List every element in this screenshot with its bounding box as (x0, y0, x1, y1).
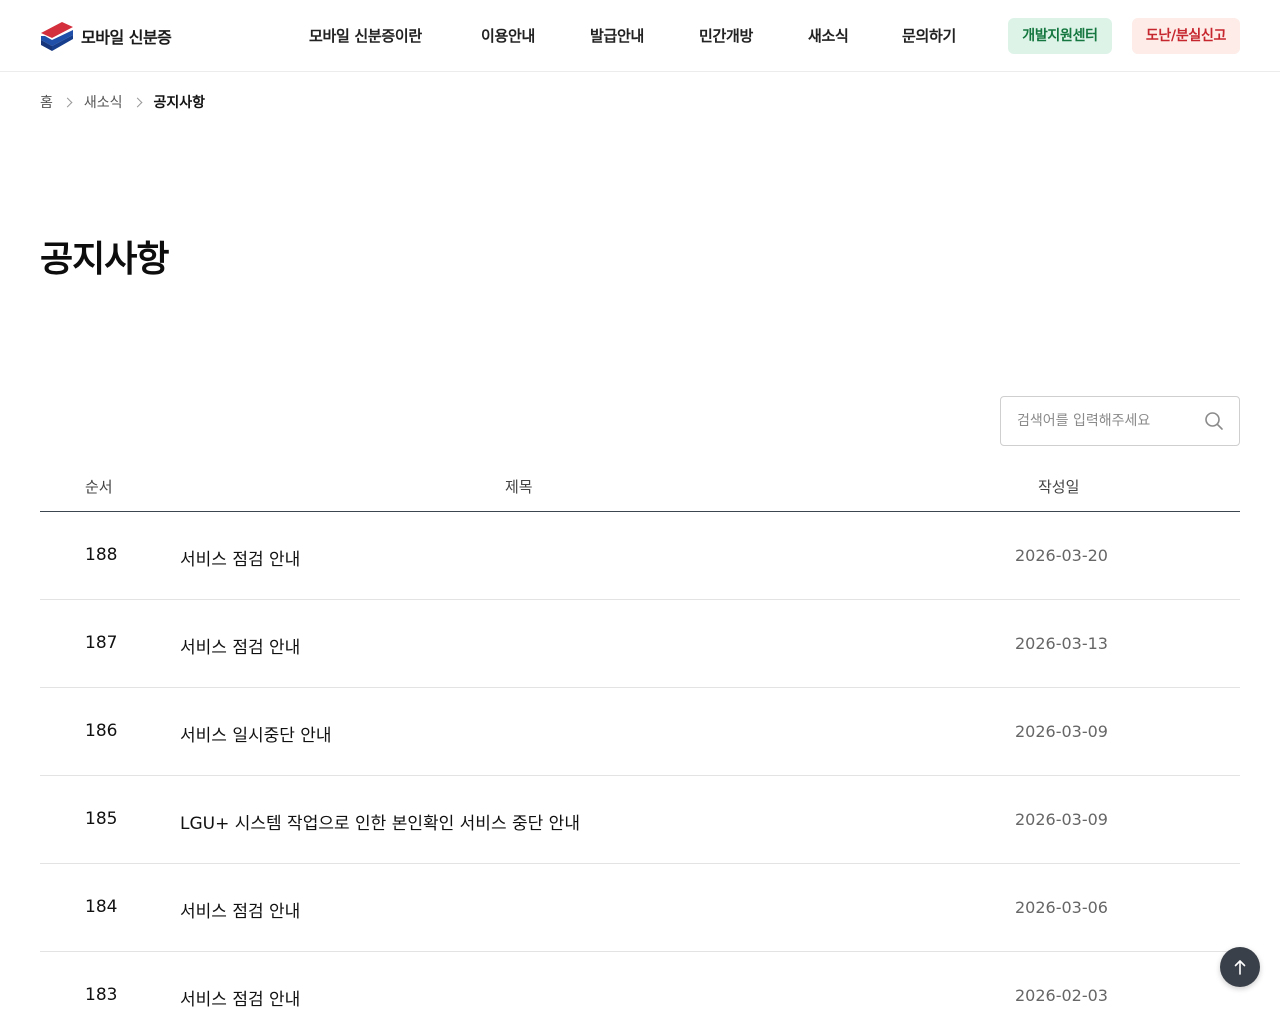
page-title: 공지사항 (40, 239, 169, 280)
column-header-title: 제목 (505, 478, 533, 496)
row-date: 2026-03-09 (1015, 810, 1108, 829)
nav-item-news[interactable]: 새소식 (808, 25, 849, 46)
table-row[interactable]: 183 서비스 점검 안내 2026-02-03 (40, 952, 1240, 1024)
row-title-link[interactable]: 서비스 점검 안내 (180, 633, 300, 658)
breadcrumb-current: 공지사항 (153, 95, 206, 111)
column-header-date: 작성일 (1038, 478, 1080, 496)
site-logo[interactable]: 모바일 신분증 (40, 20, 172, 52)
row-number: 187 (85, 633, 118, 653)
table-row[interactable]: 188 서비스 점검 안내 2026-03-20 (40, 512, 1240, 600)
mobile-id-logo-icon (41, 22, 73, 51)
row-number: 184 (85, 897, 118, 917)
breadcrumb-home[interactable]: 홈 (40, 92, 53, 112)
row-title-link[interactable]: 서비스 점검 안내 (180, 897, 300, 922)
search-input[interactable] (1001, 397, 1197, 445)
row-date: 2026-02-03 (1015, 986, 1108, 1005)
arrow-up-icon (1234, 960, 1246, 975)
dev-center-button[interactable]: 개발지원센터 (1008, 18, 1112, 54)
logo-text: 모바일 신분증 (81, 28, 172, 47)
breadcrumb: 홈 새소식 공지사항 (40, 92, 205, 112)
row-number: 183 (85, 985, 118, 1005)
row-date: 2026-03-20 (1015, 546, 1108, 565)
row-number: 186 (85, 721, 118, 741)
table-header: 순서 제목 작성일 (40, 460, 1240, 512)
nav-item-about[interactable]: 모바일 신분증이란 (309, 25, 422, 46)
breadcrumb-news[interactable]: 새소식 (84, 92, 123, 112)
row-date: 2026-03-13 (1015, 634, 1108, 653)
chevron-right-icon (62, 97, 73, 107)
table-row[interactable]: 186 서비스 일시중단 안내 2026-03-09 (40, 688, 1240, 776)
row-number: 185 (85, 809, 118, 829)
row-date: 2026-03-06 (1015, 898, 1108, 917)
row-number: 188 (85, 545, 118, 565)
table-row[interactable]: 184 서비스 점검 안내 2026-03-06 (40, 864, 1240, 952)
nav-item-contact[interactable]: 문의하기 (902, 25, 956, 46)
row-title-link[interactable]: 서비스 점검 안내 (180, 985, 300, 1010)
nav-item-issuance-guide[interactable]: 발급안내 (590, 25, 644, 46)
scroll-top-button[interactable] (1220, 947, 1260, 987)
table-row[interactable]: 187 서비스 점검 안내 2026-03-13 (40, 600, 1240, 688)
table-row[interactable]: 185 LGU+ 시스템 작업으로 인한 본인확인 서비스 중단 안내 2026… (40, 776, 1240, 864)
row-date: 2026-03-09 (1015, 722, 1108, 741)
row-title-link[interactable]: 서비스 일시중단 안내 (180, 721, 332, 746)
row-title-link[interactable]: LGU+ 시스템 작업으로 인한 본인확인 서비스 중단 안내 (180, 809, 580, 834)
nav-item-private-open[interactable]: 민간개방 (699, 25, 753, 46)
theft-loss-report-button[interactable]: 도난/분실신고 (1132, 18, 1240, 54)
column-header-order: 순서 (85, 478, 113, 496)
search-icon[interactable] (1204, 411, 1224, 431)
nav-item-usage-guide[interactable]: 이용안내 (481, 25, 535, 46)
site-header: 모바일 신분증 모바일 신분증이란 이용안내 발급안내 민간개방 새소식 문의하… (0, 0, 1280, 72)
row-title-link[interactable]: 서비스 점검 안내 (180, 545, 300, 570)
chevron-right-icon (132, 97, 142, 107)
